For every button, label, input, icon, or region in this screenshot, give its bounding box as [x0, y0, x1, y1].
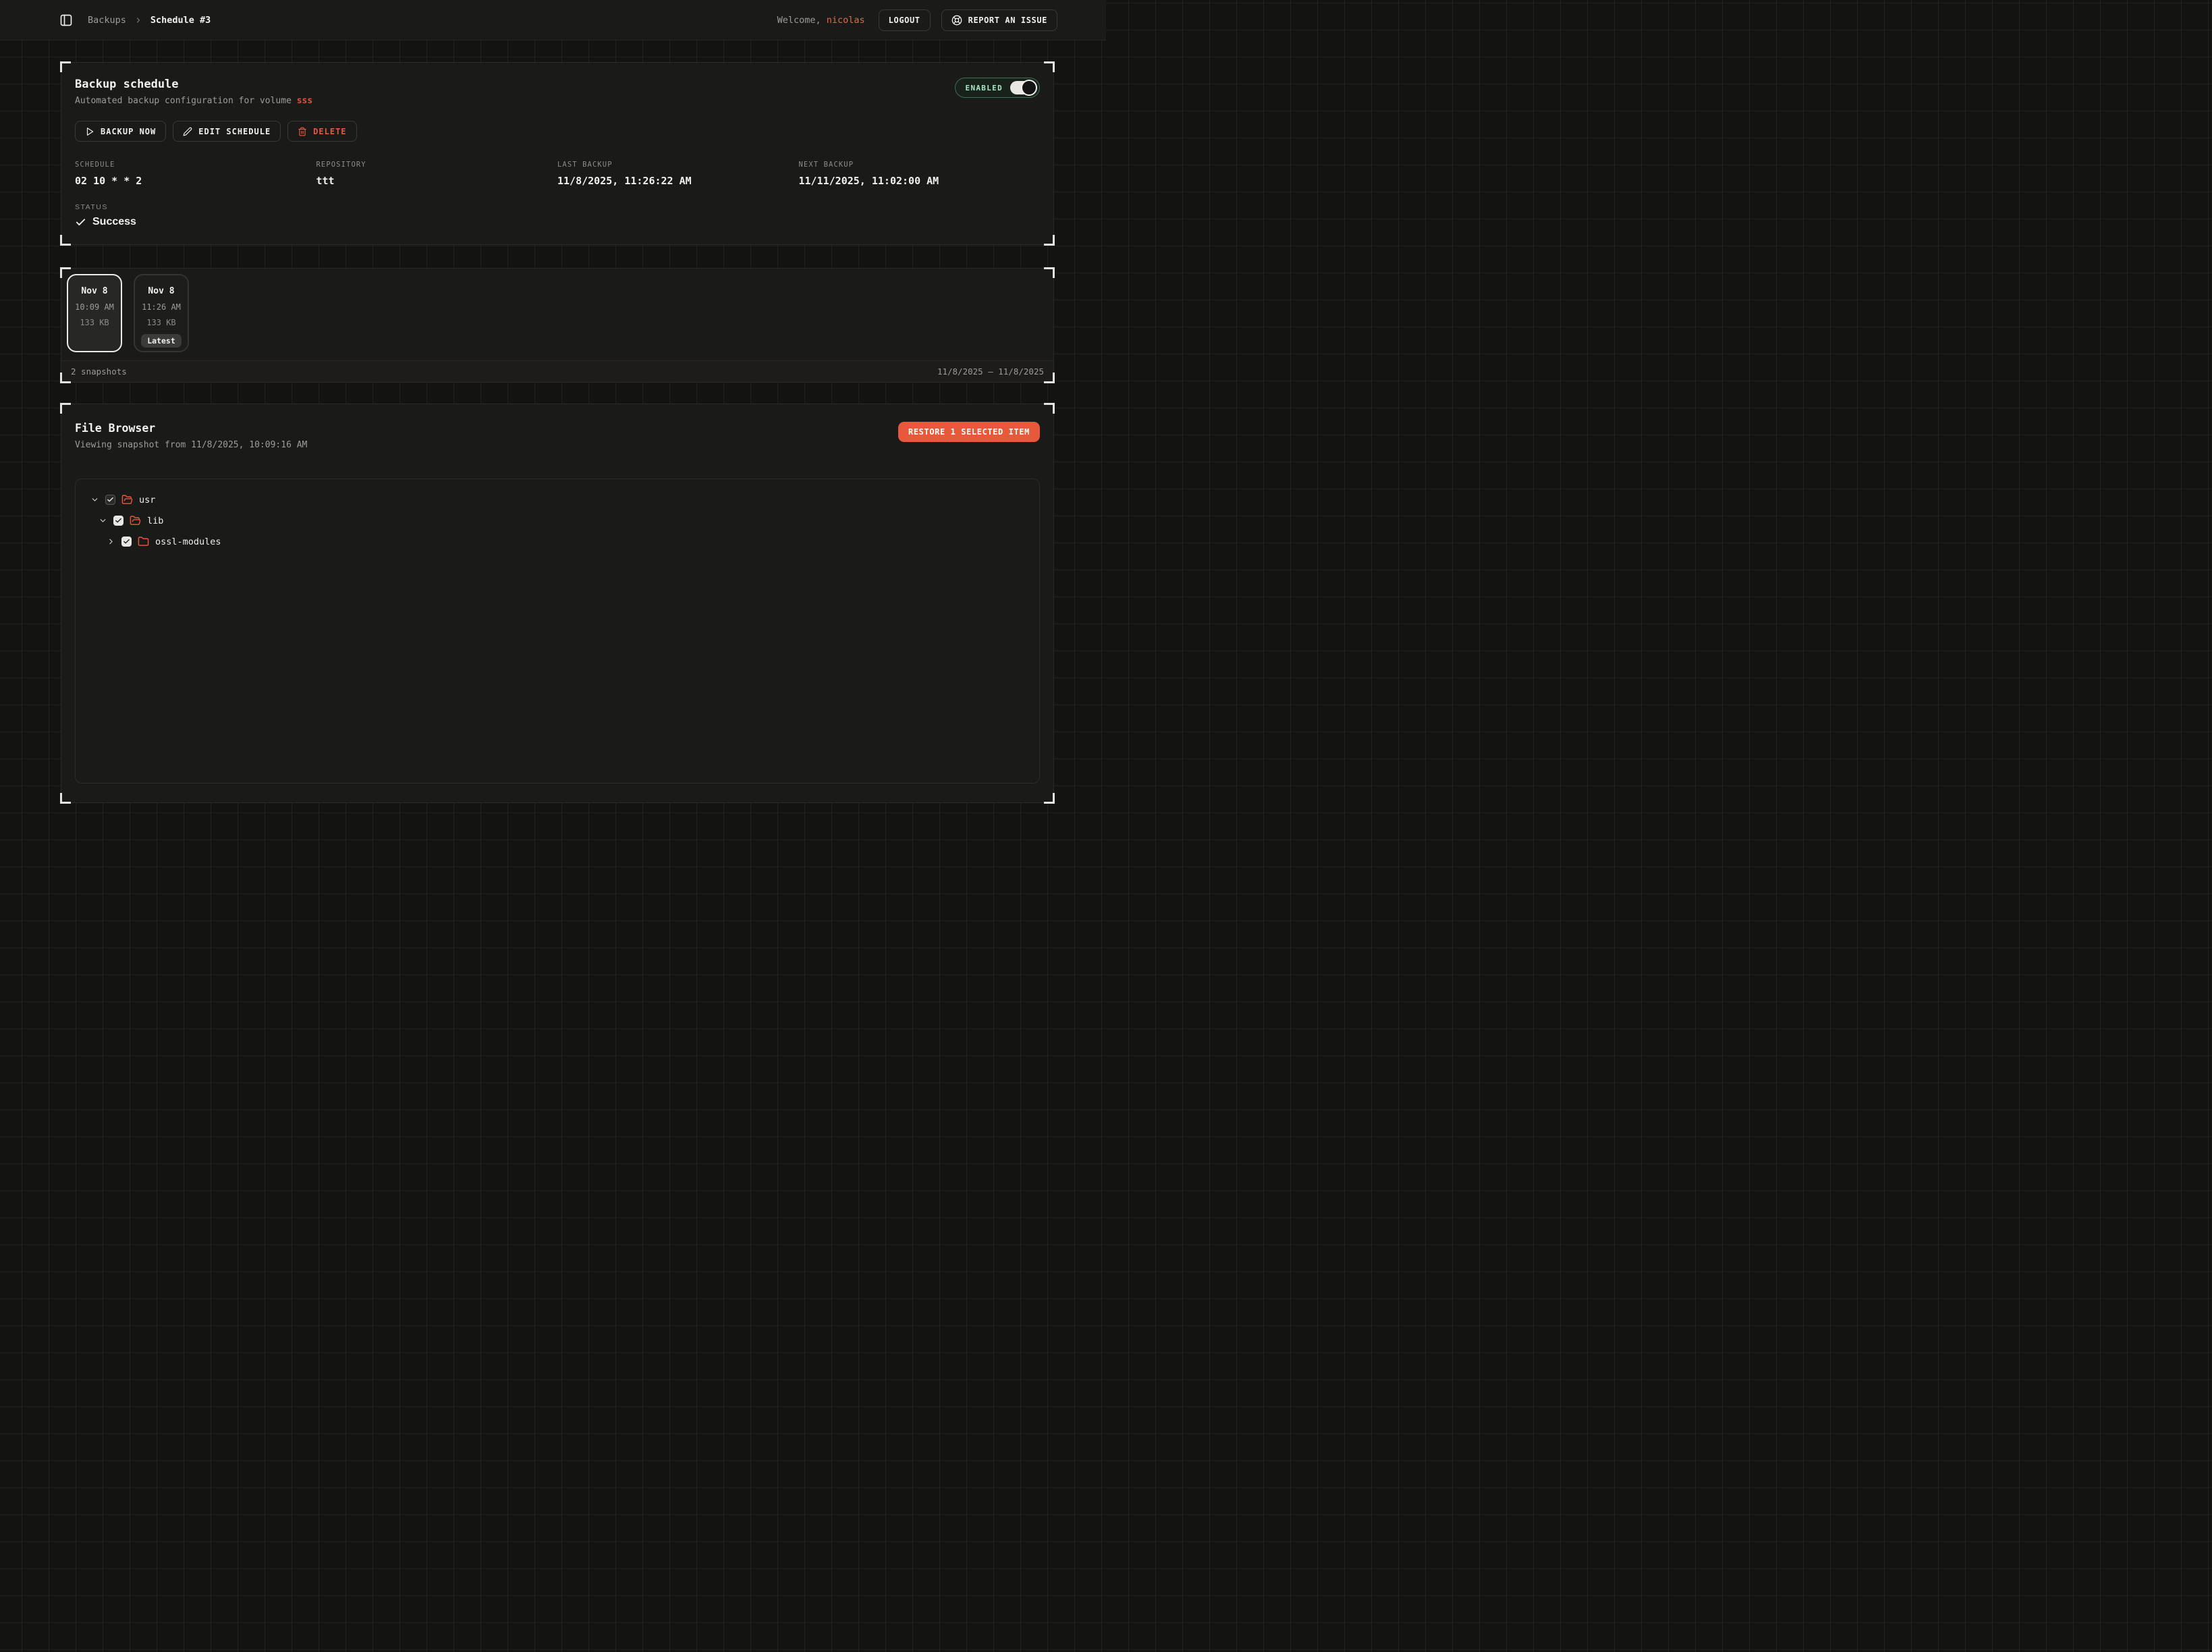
file-browser-card: File Browser Viewing snapshot from 11/8/…	[61, 404, 1054, 803]
file-tree: usr lib	[75, 478, 1040, 783]
toggle-track[interactable]	[1010, 81, 1036, 94]
corner-bracket	[1044, 373, 1055, 383]
file-browser-title: File Browser	[75, 422, 307, 435]
top-bar: Backups Schedule #3 Welcome, nicolas LOG…	[0, 0, 1106, 40]
username: nicolas	[827, 15, 865, 26]
corner-bracket	[1044, 61, 1055, 72]
breadcrumb-current: Schedule #3	[150, 15, 211, 26]
snapshots-card: Nov 8 10:09 AM 133 KB Nov 8 11:26 AM 133…	[61, 268, 1054, 383]
checkbox-lib[interactable]	[113, 516, 123, 526]
chevron-down-icon[interactable]	[99, 516, 107, 525]
breadcrumb: Backups Schedule #3	[88, 15, 211, 26]
field-schedule: SCHEDULE 02 10 * * 2	[75, 161, 316, 187]
corner-bracket	[60, 403, 71, 414]
snapshot-tile[interactable]: Nov 8 11:26 AM 133 KB Latest	[134, 274, 189, 352]
corner-bracket	[1044, 235, 1055, 246]
edit-schedule-button[interactable]: EDIT SCHEDULE	[173, 121, 281, 142]
backup-now-button[interactable]: BACKUP NOW	[75, 121, 166, 142]
tree-row-usr[interactable]: usr	[84, 489, 1031, 510]
enabled-label: ENABLED	[966, 84, 1003, 92]
corner-bracket	[60, 793, 71, 804]
sidebar-toggle-button[interactable]	[59, 13, 73, 27]
folder-open-icon	[130, 515, 141, 526]
tree-row-ossl-modules[interactable]: ossl-modules	[84, 531, 1031, 552]
status-label: STATUS	[75, 203, 1040, 211]
trash-icon	[298, 127, 307, 136]
snapshot-tile-selected[interactable]: Nov 8 10:09 AM 133 KB	[67, 274, 122, 352]
file-browser-subtitle: Viewing snapshot from 11/8/2025, 10:09:1…	[75, 440, 307, 450]
card-subtitle: Automated backup configuration for volum…	[75, 96, 312, 106]
chevron-right-icon[interactable]	[107, 537, 115, 546]
corner-bracket	[60, 267, 71, 278]
restore-button[interactable]: RESTORE 1 SELECTED ITEM	[898, 422, 1040, 442]
field-last-backup: LAST BACKUP 11/8/2025, 11:26:22 AM	[557, 161, 799, 187]
volume-name: sss	[297, 96, 312, 106]
tree-row-lib[interactable]: lib	[84, 510, 1031, 531]
corner-bracket	[1044, 267, 1055, 278]
folder-closed-icon	[138, 536, 149, 547]
check-icon	[75, 217, 86, 228]
field-repository: REPOSITORY ttt	[316, 161, 558, 187]
backup-schedule-card: Backup schedule Automated backup configu…	[61, 62, 1054, 245]
logout-button[interactable]: LOGOUT	[879, 9, 931, 31]
status-value: Success	[92, 216, 136, 228]
schedule-fields: SCHEDULE 02 10 * * 2 REPOSITORY ttt LAST…	[75, 161, 1040, 187]
corner-bracket	[60, 235, 71, 246]
snapshot-count: 2 snapshots	[71, 366, 127, 377]
chevron-down-icon[interactable]	[90, 495, 99, 504]
play-icon	[85, 127, 94, 136]
folder-open-icon	[121, 494, 133, 505]
card-title: Backup schedule	[75, 78, 312, 91]
checkbox-ossl-modules[interactable]	[121, 536, 132, 547]
enabled-toggle[interactable]: ENABLED	[955, 78, 1040, 98]
corner-bracket	[1044, 793, 1055, 804]
pencil-icon	[183, 127, 192, 136]
lifebuoy-icon	[951, 15, 962, 26]
breadcrumb-backups[interactable]: Backups	[88, 15, 126, 26]
corner-bracket	[60, 373, 71, 383]
corner-bracket	[60, 61, 71, 72]
latest-badge: Latest	[141, 334, 182, 348]
checkbox-usr[interactable]	[105, 495, 115, 505]
panel-left-icon	[59, 13, 73, 27]
corner-bracket	[1044, 403, 1055, 414]
toggle-knob	[1021, 80, 1037, 96]
delete-button[interactable]: DELETE	[287, 121, 356, 142]
report-issue-button[interactable]: REPORT AN ISSUE	[941, 9, 1057, 31]
status-block: STATUS Success	[75, 203, 1040, 228]
chevron-right-icon	[134, 16, 142, 24]
snapshot-date-range: 11/8/2025 – 11/8/2025	[937, 366, 1044, 377]
snapshot-strip: Nov 8 10:09 AM 133 KB Nov 8 11:26 AM 133…	[61, 269, 1053, 352]
snapshots-footer: 2 snapshots 11/8/2025 – 11/8/2025	[61, 360, 1053, 382]
main-content: Backup schedule Automated backup configu…	[0, 40, 1106, 803]
field-next-backup: NEXT BACKUP 11/11/2025, 11:02:00 AM	[799, 161, 1041, 187]
welcome-text: Welcome, nicolas	[777, 15, 865, 26]
